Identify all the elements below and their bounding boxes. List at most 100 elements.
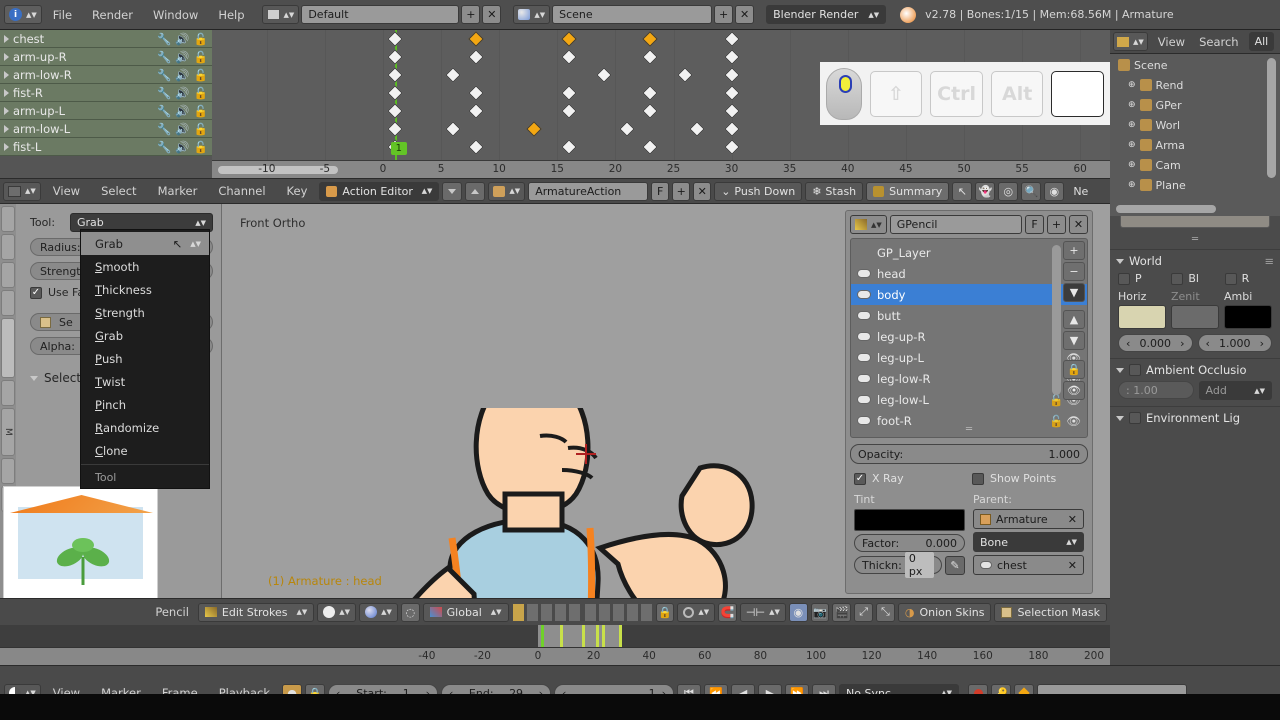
expand-toggle-icon[interactable]: ⊕ — [1128, 140, 1136, 150]
gpencil-fake-user-button[interactable]: F — [1025, 215, 1044, 234]
keyframe-diamond[interactable] — [723, 49, 740, 65]
chevron-right-icon[interactable] — [4, 124, 9, 133]
dope-menu-channel[interactable]: Channel — [209, 182, 274, 200]
layer-button[interactable] — [567, 602, 581, 622]
menu-window[interactable]: Window — [144, 6, 207, 24]
keyframe-diamond[interactable] — [723, 139, 740, 155]
dropdown-item-clone[interactable]: Clone — [81, 439, 209, 462]
layer-button[interactable] — [539, 602, 553, 622]
tab-strip-item[interactable] — [1, 206, 15, 232]
layer-button[interactable] — [639, 602, 653, 622]
timeline-keyframe-strip[interactable] — [0, 625, 1110, 647]
thickness-field[interactable]: Thickn: 0 px — [854, 552, 942, 578]
outliner-row[interactable]: ⊕ Plane — [1110, 175, 1280, 195]
keyframe-diamond[interactable] — [526, 121, 542, 137]
dropdown-item-smooth[interactable]: Smooth — [81, 255, 209, 278]
stash-button[interactable]: ❄ Stash — [805, 181, 864, 201]
chevron-right-icon[interactable] — [4, 142, 9, 151]
xray-row[interactable]: ✓ X Ray — [854, 472, 966, 485]
keyframe-diamond[interactable] — [386, 121, 403, 137]
bone-list-scrollbar[interactable] — [1052, 245, 1061, 395]
mute-speaker-icon[interactable]: 🔊 — [175, 122, 189, 136]
modifier-wrench-icon[interactable]: 🔧 — [157, 122, 171, 136]
chevron-left-icon[interactable]: ‹ — [1126, 337, 1130, 350]
expand-viewport-icon[interactable]: ⤢ — [854, 602, 874, 622]
tab-strip-item[interactable] — [1, 380, 15, 406]
timeline-keyframe-marker[interactable] — [540, 625, 544, 647]
world-toggle[interactable]: R — [1224, 272, 1272, 285]
tint-color-swatch[interactable] — [854, 509, 965, 531]
tab-strip-item[interactable] — [1, 290, 15, 316]
keyframe-diamond[interactable] — [619, 121, 635, 137]
outliner-tree[interactable]: Scene ⊕ Rend ⊕ GPer ⊕ Worl ⊕ Arma ⊕ Cam ⊕ Plane — [1110, 54, 1280, 195]
pivot-point-select[interactable]: ▲▼ — [359, 602, 398, 622]
timeline-keyframe-marker[interactable] — [601, 625, 605, 647]
timeline-ruler[interactable]: -40 -20 0 20 40 60 80 100 120 140 160 180 200 — [0, 647, 1110, 665]
use-falloff-checkbox[interactable]: ✓ — [30, 286, 42, 299]
remove-layer-button[interactable]: − — [1063, 262, 1085, 281]
keyframe-diamond[interactable] — [386, 85, 403, 101]
delete-scene-button[interactable]: ✕ — [735, 5, 755, 24]
gpencil-name-field[interactable]: GPencil — [889, 215, 1022, 234]
layer-button[interactable] — [625, 602, 639, 622]
environment-lighting-panel-header[interactable]: Environment Lig — [1110, 407, 1280, 429]
layer-button[interactable] — [611, 602, 625, 622]
keyframe-diamond[interactable] — [723, 67, 740, 83]
mute-speaker-icon[interactable]: 🔊 — [175, 86, 189, 100]
lock-icon[interactable]: 🔓 — [194, 122, 208, 136]
action-next-button[interactable] — [465, 181, 486, 201]
dope-menu-key[interactable]: Key — [278, 182, 317, 200]
dopesheet-channel-row[interactable]: arm-up-L 🔧 🔊 🔓 — [0, 102, 212, 120]
action-name-field[interactable]: ArmatureAction — [528, 181, 649, 201]
tool-dropdown-menu[interactable]: Grab ↖ ▲▼ Smooth Thickness Strength Grab Pus… — [80, 229, 210, 489]
dope-menu-select[interactable]: Select — [92, 182, 145, 200]
action-browse-button[interactable]: ▲▼ — [488, 181, 526, 201]
add-screen-button[interactable]: + — [461, 5, 481, 24]
keyframe-diamond[interactable] — [468, 85, 484, 101]
lock-icon[interactable]: 🔓 — [194, 50, 208, 64]
lock-icon[interactable]: 🔓 — [1049, 414, 1063, 428]
tab-strip-item-active[interactable] — [1, 318, 15, 378]
expand-toggle-icon[interactable]: ⊕ — [1128, 160, 1136, 170]
outliner-hscrollbar[interactable] — [1116, 205, 1216, 213]
keyframe-diamond[interactable] — [468, 139, 484, 155]
dopesheet-channel-row[interactable]: arm-low-L 🔧 🔊 🔓 — [0, 120, 212, 138]
layer-button[interactable] — [553, 602, 567, 622]
layer-specials-button[interactable]: ▼ — [1063, 283, 1085, 302]
delete-screen-button[interactable]: ✕ — [482, 5, 502, 24]
modifier-wrench-icon[interactable]: 🔧 — [157, 140, 171, 154]
keyframe-diamond[interactable] — [561, 49, 577, 65]
world-toggle-checkbox[interactable] — [1224, 272, 1237, 285]
keyframe-diamond[interactable] — [642, 139, 659, 155]
eye-icon[interactable]: 👁 — [1066, 414, 1081, 428]
lock-all-button[interactable]: 🔒 — [1063, 360, 1085, 379]
dopesheet-channel-row[interactable]: fist-L 🔧 🔊 🔓 — [0, 138, 212, 156]
onion-skins-toggle[interactable]: ◑ Onion Skins — [897, 602, 992, 622]
dopesheet-ruler[interactable]: -10 -5 0 5 10 15 20 25 30 35 40 45 50 55 60 — [212, 160, 1110, 178]
menu-render[interactable]: Render — [83, 6, 142, 24]
chevron-right-icon[interactable]: › — [1260, 337, 1264, 350]
keyframe-diamond[interactable] — [677, 67, 693, 83]
layer-button[interactable] — [583, 602, 597, 622]
close-icon[interactable]: ✕ — [1068, 559, 1077, 572]
keyframe-diamond[interactable] — [561, 31, 577, 47]
dopesheet-mode-select[interactable]: Action Editor ▲▼ — [319, 181, 440, 201]
render-animation-icon[interactable]: 🎬 — [832, 602, 852, 622]
world-toggle-checkbox[interactable] — [1171, 272, 1184, 285]
gpencil-browse-button[interactable]: ▲▼ — [850, 215, 887, 234]
chevron-left-icon[interactable]: ‹ — [1206, 337, 1210, 350]
ambient-occlusion-checkbox[interactable] — [1129, 364, 1141, 376]
layer-buttons-top[interactable] — [511, 602, 581, 622]
push-down-button[interactable]: ⌄ Push Down — [714, 181, 803, 201]
outliner-row[interactable]: Scene — [1110, 55, 1280, 75]
show-points-checkbox[interactable] — [972, 472, 984, 485]
modifier-wrench-icon[interactable]: 🔧 — [157, 50, 171, 64]
dopesheet-channel-row[interactable]: fist-R 🔧 🔊 🔓 — [0, 84, 212, 102]
environment-lighting-checkbox[interactable] — [1129, 412, 1141, 424]
dropdown-item-pinch[interactable]: Pinch — [81, 393, 209, 416]
keyframe-diamond[interactable] — [595, 67, 612, 83]
panel-grip-icon[interactable]: ≡ — [1264, 254, 1274, 268]
expand-toggle-icon[interactable]: ⊕ — [1128, 120, 1136, 130]
render-image-icon[interactable]: 📷 — [810, 602, 830, 622]
dopesheet-channel-row[interactable]: arm-up-R 🔧 🔊 🔓 — [0, 48, 212, 66]
